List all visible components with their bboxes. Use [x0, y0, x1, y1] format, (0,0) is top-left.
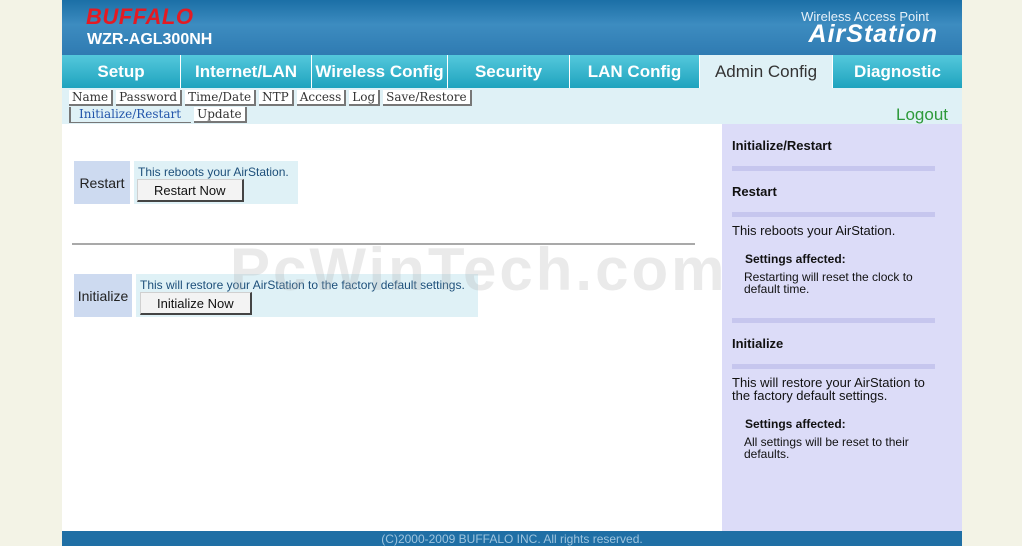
subtab-ntp[interactable]: NTP [259, 90, 294, 106]
help-divider [732, 364, 935, 369]
model-name: WZR-AGL300NH [87, 31, 213, 48]
section-divider [72, 243, 695, 245]
subtab-save-restore[interactable]: Save/Restore [383, 90, 472, 106]
main-tabs: Setup Internet/LAN Wireless Config Secur… [62, 55, 962, 88]
initialize-section: Initialize This will restore your AirSta… [74, 274, 478, 317]
product-name: AirStation [808, 20, 938, 48]
help-restart-affected-label: Settings affected: [745, 252, 846, 266]
footer-copyright: (C)2000-2009 BUFFALO INC. All rights res… [62, 531, 962, 546]
subtab-access[interactable]: Access [296, 90, 347, 106]
subtab-password[interactable]: Password [116, 90, 183, 106]
tab-admin-config[interactable]: Admin Config [700, 55, 833, 88]
help-initialize-affected-label: Settings affected: [745, 417, 846, 431]
restart-label: Restart [74, 161, 130, 204]
subtab-name[interactable]: Name [69, 90, 114, 106]
help-divider [732, 318, 935, 323]
sub-tabs-row-1: Name Password Time/Date NTP Access Log S… [69, 90, 472, 106]
router-admin-page: BUFFALO WZR-AGL300NH Wireless Access Poi… [62, 0, 962, 546]
restart-description: This reboots your AirStation. [138, 165, 289, 179]
tab-security[interactable]: Security [448, 55, 570, 88]
restart-now-button[interactable]: Restart Now [137, 179, 244, 202]
subtab-initialize-restart[interactable]: Initialize/Restart [69, 107, 192, 123]
subtab-time-date[interactable]: Time/Date [185, 90, 257, 106]
help-restart-heading: Restart [732, 184, 777, 199]
help-restart-text: This reboots your AirStation. [732, 223, 896, 238]
subtab-update[interactable]: Update [194, 107, 247, 123]
help-restart-affected-text: Restarting will reset the clock to defau… [744, 270, 913, 296]
restart-section: Restart This reboots your AirStation. Re… [74, 161, 298, 204]
help-initialize-heading: Initialize [732, 336, 784, 351]
sub-tabs: Name Password Time/Date NTP Access Log S… [62, 88, 962, 124]
tab-setup[interactable]: Setup [62, 55, 181, 88]
help-title: Initialize/Restart [732, 138, 832, 153]
tab-diagnostic[interactable]: Diagnostic [833, 55, 962, 88]
help-divider [732, 212, 935, 217]
initialize-now-button[interactable]: Initialize Now [140, 292, 252, 315]
brand-text: BUFFALO [86, 5, 193, 27]
buffalo-logo: BUFFALO [86, 5, 194, 27]
initialize-description: This will restore your AirStation to the… [140, 278, 465, 292]
header: BUFFALO WZR-AGL300NH Wireless Access Poi… [62, 0, 962, 55]
restart-body: This reboots your AirStation. Restart No… [134, 161, 298, 204]
subtab-log[interactable]: Log [349, 90, 381, 106]
help-initialize-text: This will restore your AirStation to the… [732, 375, 925, 403]
tab-lan-config[interactable]: LAN Config [570, 55, 700, 88]
sub-tabs-row-2: Initialize/Restart Update [69, 107, 247, 123]
help-panel: Initialize/Restart Restart This reboots … [722, 124, 962, 531]
initialize-label: Initialize [74, 274, 132, 317]
tab-internet-lan[interactable]: Internet/LAN [181, 55, 312, 88]
initialize-body: This will restore your AirStation to the… [136, 274, 478, 317]
help-divider [732, 166, 935, 171]
help-initialize-affected-text: All settings will be reset to their defa… [744, 435, 909, 461]
logout-link[interactable]: Logout [896, 105, 948, 125]
tab-wireless-config[interactable]: Wireless Config [312, 55, 448, 88]
